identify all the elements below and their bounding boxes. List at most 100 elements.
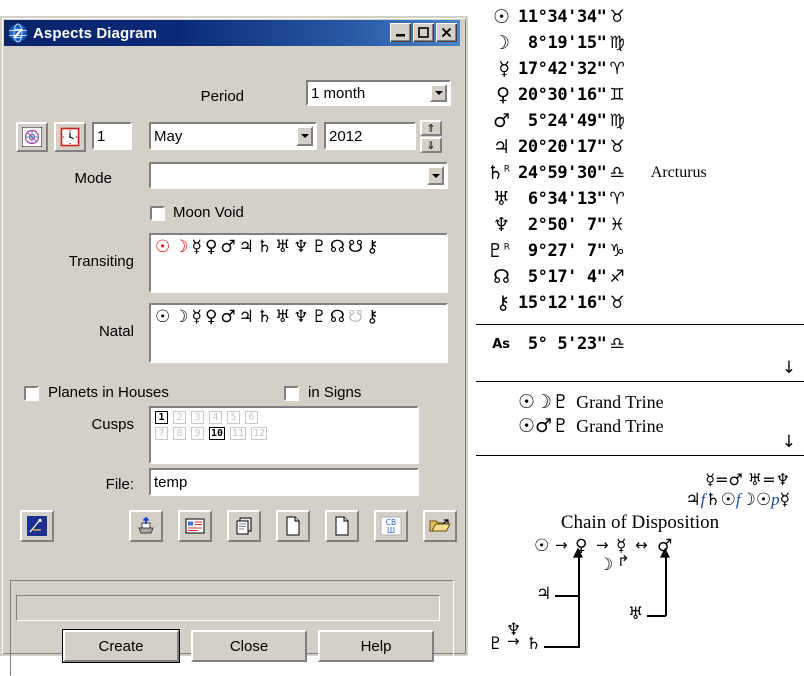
- jupiter-icon[interactable]: ♃: [239, 237, 257, 257]
- chain-pluto-icon: ♇: [488, 634, 504, 654]
- clock-button[interactable]: [54, 122, 86, 152]
- sun-icon[interactable]: ☉: [155, 307, 173, 327]
- north-node-icon[interactable]: ☊: [330, 237, 348, 257]
- copy-button[interactable]: [227, 510, 261, 542]
- cbsh-button[interactable]: СВ Ш: [374, 510, 408, 542]
- aspects-diagram-button[interactable]: [20, 510, 54, 542]
- saturn-icon[interactable]: ♄: [257, 307, 275, 327]
- venus-icon[interactable]: ♀: [205, 307, 220, 327]
- cusp-7[interactable]: 7: [155, 427, 168, 440]
- cusp-12[interactable]: 12: [251, 427, 268, 440]
- disposition-relation-letter: p: [771, 490, 780, 509]
- chiron-icon[interactable]: ⚷: [366, 237, 381, 257]
- uranus-icon: ♅: [492, 188, 510, 210]
- minimize-button[interactable]: [390, 23, 411, 42]
- pluto-icon: ♇R: [486, 240, 510, 262]
- sun-icon[interactable]: ☉: [155, 237, 173, 257]
- planets-in-houses-checkbox[interactable]: [24, 386, 39, 401]
- neptune-icon[interactable]: ♆: [293, 237, 311, 257]
- venus-icon[interactable]: ♀: [205, 237, 220, 257]
- natal-planets-box[interactable]: ☉☽☿♀♂♃♄♅♆♇☊☋⚷: [149, 303, 448, 363]
- aspect-pattern-row[interactable]: ☉☽♇ Grand Trine: [476, 390, 804, 414]
- chain-saturn-icon: ♄: [526, 634, 542, 654]
- chain-link-jupiter: [555, 595, 579, 597]
- chart-data-panel: ☉ 11°34'34" ♉ ☽ 8°19'15" ♍ ☿ 17°42'32" ♈ ♀ 20°30'…: [476, 0, 804, 659]
- chevron-down-icon[interactable]: [427, 166, 444, 185]
- in-signs-checkbox[interactable]: [284, 386, 299, 401]
- chain-link-saturn: [544, 646, 580, 648]
- mercury-icon[interactable]: ☿: [192, 237, 205, 257]
- cusp-4[interactable]: 4: [209, 411, 222, 424]
- print-button[interactable]: [129, 510, 163, 542]
- title-bar[interactable]: Z Aspects Diagram: [4, 20, 460, 46]
- cusp-5[interactable]: 5: [227, 411, 240, 424]
- mars-icon[interactable]: ♂: [220, 307, 238, 327]
- ascendant-label: As: [492, 336, 510, 352]
- moon-void-checkbox[interactable]: [150, 206, 165, 221]
- chiron-icon[interactable]: ⚷: [366, 307, 381, 327]
- south-node-icon[interactable]: ☋: [348, 307, 366, 327]
- period-combo[interactable]: 1 month: [306, 80, 451, 106]
- mode-combo[interactable]: [149, 162, 448, 189]
- cusps-box[interactable]: 123456 7 8 9 10 11 12: [149, 406, 419, 464]
- aspect-pattern-row[interactable]: ☉♂♇ Grand Trine: [476, 414, 804, 438]
- year-input[interactable]: 2012: [324, 122, 416, 150]
- close-button[interactable]: [436, 23, 457, 42]
- file-input[interactable]: temp: [149, 468, 419, 496]
- saturn-icon[interactable]: ♄: [257, 237, 275, 257]
- mars-icon[interactable]: ♂: [220, 237, 238, 257]
- pluto-icon[interactable]: ♇: [312, 237, 330, 257]
- help-button[interactable]: Help: [318, 630, 434, 662]
- close-dialog-button[interactable]: Close: [191, 630, 307, 662]
- mercury-icon[interactable]: ☿: [192, 307, 205, 327]
- cusp-3[interactable]: 3: [191, 411, 204, 424]
- moon-icon[interactable]: ☽: [173, 307, 191, 327]
- cusp-10[interactable]: 10: [209, 427, 226, 440]
- cusp-1[interactable]: 1: [155, 411, 168, 424]
- svg-text:Ш: Ш: [387, 526, 395, 535]
- south-node-icon[interactable]: ☋: [348, 237, 366, 257]
- create-button[interactable]: Create: [63, 630, 179, 662]
- planet-positions-list: ☉ 11°34'34" ♉ ☽ 8°19'15" ♍ ☿ 17°42'32" ♈ ♀ 20°30'…: [476, 4, 804, 316]
- venus-icon: ♀: [496, 84, 510, 106]
- cusp-2[interactable]: 2: [173, 411, 186, 424]
- open-folder-button[interactable]: [423, 510, 457, 542]
- chevron-down-icon[interactable]: [296, 126, 313, 146]
- north-node-icon: ☊: [493, 266, 510, 288]
- new-document-2-button[interactable]: [325, 510, 359, 542]
- report-button[interactable]: [178, 510, 212, 542]
- moon-icon[interactable]: ☽: [173, 237, 191, 257]
- moon-icon: ☽: [492, 32, 510, 54]
- cusps-label: Cusps: [91, 416, 134, 433]
- cusp-9[interactable]: 9: [191, 427, 204, 440]
- cusp-8[interactable]: 8: [173, 427, 186, 440]
- transiting-label: Transiting: [68, 253, 134, 270]
- cusp-6[interactable]: 6: [245, 411, 258, 424]
- north-node-icon[interactable]: ☊: [330, 307, 348, 327]
- year-spinner-up[interactable]: ⇑: [420, 120, 442, 136]
- maximize-button[interactable]: [413, 23, 434, 42]
- aries-sign-icon: ♈: [609, 189, 625, 209]
- scroll-down-arrow-1[interactable]: ↓: [782, 358, 796, 378]
- position-row: ♀ 20°30'16" ♊: [476, 82, 804, 108]
- day-input[interactable]: 1: [92, 122, 132, 150]
- retrograde-marker: R: [503, 242, 510, 253]
- cusp-11[interactable]: 11: [230, 427, 247, 440]
- mars-icon: ♂: [492, 110, 510, 132]
- jupiter-icon[interactable]: ♃: [239, 307, 257, 327]
- year-spinner-down[interactable]: ⇓: [420, 137, 442, 153]
- uranus-icon[interactable]: ♅: [275, 237, 293, 257]
- chain-riser-mars: [665, 556, 667, 616]
- chain-sun-icon: ☉: [534, 536, 550, 556]
- position-row: ♄R 24°59'30" ♎ Arcturus: [476, 160, 804, 186]
- uranus-icon[interactable]: ♅: [275, 307, 293, 327]
- pluto-icon[interactable]: ♇: [312, 307, 330, 327]
- chevron-down-icon[interactable]: [430, 84, 447, 102]
- scroll-down-arrow-2[interactable]: ↓: [782, 432, 796, 452]
- new-document-button[interactable]: [276, 510, 310, 542]
- disposition-symbol: ♄☉: [705, 490, 736, 510]
- neptune-icon[interactable]: ♆: [293, 307, 311, 327]
- chart-wheel-button[interactable]: [16, 122, 48, 152]
- transiting-planets-box[interactable]: ☉☽☿♀♂♃♄♅♆♇☊☋⚷: [149, 233, 448, 293]
- month-combo[interactable]: May: [149, 122, 317, 150]
